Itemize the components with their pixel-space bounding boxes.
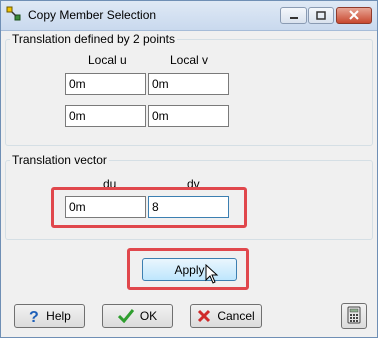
cancel-button[interactable]: Cancel	[190, 304, 262, 328]
window-title: Copy Member Selection	[28, 8, 157, 22]
point1-u-input[interactable]	[65, 73, 146, 95]
cancel-x-icon	[197, 309, 211, 323]
dv-input[interactable]	[148, 196, 229, 218]
ok-label: OK	[139, 309, 158, 323]
cancel-label: Cancel	[217, 309, 255, 323]
app-icon	[6, 6, 22, 22]
check-icon	[117, 309, 134, 323]
point1-v-input[interactable]	[148, 73, 229, 95]
point2-v-input[interactable]	[148, 105, 229, 127]
du-input[interactable]	[65, 196, 146, 218]
help-label: Help	[46, 309, 71, 323]
help-icon: ?	[28, 308, 40, 324]
points-group-title: Translation defined by 2 points	[12, 32, 175, 46]
minimize-icon	[289, 17, 298, 19]
dialog-window: Copy Member Selection Translation define…	[0, 0, 378, 338]
local-u-label: Local u	[88, 53, 127, 67]
local-v-label: Local v	[170, 53, 209, 67]
minimize-button[interactable]	[280, 7, 307, 24]
mouse-cursor-icon	[205, 263, 219, 287]
vector-group-title: Translation vector	[12, 153, 107, 167]
apply-button[interactable]: Apply	[142, 258, 237, 281]
maximize-icon	[316, 11, 326, 20]
maximize-button[interactable]	[308, 7, 334, 24]
title-bar[interactable]: Copy Member Selection	[1, 1, 377, 31]
calculator-button[interactable]	[341, 303, 367, 329]
svg-text:?: ?	[29, 309, 39, 324]
point2-u-input[interactable]	[65, 105, 146, 127]
close-icon	[349, 10, 359, 20]
help-button[interactable]: ? Help	[14, 304, 85, 328]
ok-button[interactable]: OK	[102, 304, 173, 328]
calculator-icon	[347, 306, 361, 327]
close-button[interactable]	[336, 7, 372, 24]
